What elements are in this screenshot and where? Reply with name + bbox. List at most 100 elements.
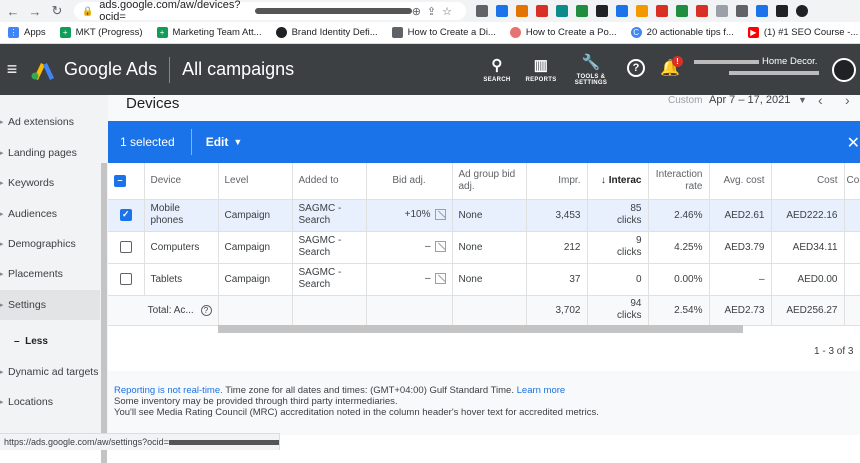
pagination-info: 1 - 3 of 3 bbox=[814, 346, 854, 357]
learn-more-link[interactable]: Learn more bbox=[517, 385, 566, 396]
share-icon[interactable]: ⇪ bbox=[427, 5, 436, 18]
menu-icon[interactable]: ≡ bbox=[2, 59, 22, 80]
date-range-picker[interactable]: Apr 7 – 17, 2021 bbox=[709, 94, 790, 106]
chevron-right-icon[interactable]: › bbox=[845, 92, 850, 108]
bookmark-star-icon[interactable]: ☆ bbox=[442, 5, 452, 18]
sidebar-less-toggle[interactable]: – Less bbox=[14, 336, 48, 347]
extension-icon[interactable] bbox=[556, 5, 568, 17]
extension-icon[interactable] bbox=[756, 5, 768, 17]
added-to-link[interactable]: SAGMC - Search bbox=[292, 231, 367, 264]
bookmark-item[interactable]: Brand Identity Defi... bbox=[275, 27, 378, 38]
column-header-ad-group-bid-adj[interactable]: Ad group bid adj. bbox=[452, 163, 527, 200]
sidebar-item-keywords[interactable]: ▸ Keywords bbox=[0, 168, 100, 198]
extension-icon[interactable] bbox=[676, 5, 688, 17]
search-tool-button[interactable]: ⚲ SEARCH bbox=[475, 44, 519, 95]
address-bar[interactable]: 🔒 ads.google.com/aw/devices?ocid= ⊕ ⇪ ☆ bbox=[74, 0, 466, 23]
extension-icon[interactable] bbox=[656, 5, 668, 17]
extension-icon[interactable] bbox=[496, 5, 508, 17]
help-icon[interactable]: ? bbox=[627, 59, 645, 77]
table-horizontal-scrollbar[interactable] bbox=[218, 325, 743, 333]
extension-icon[interactable] bbox=[696, 5, 708, 17]
interaction-rate-cell: 0.00% bbox=[648, 263, 710, 296]
edit-dropdown-button[interactable]: Edit ▼ bbox=[206, 135, 243, 149]
table-row[interactable]: Computers Campaign SAGMC - Search – None… bbox=[108, 231, 860, 264]
level-cell: Campaign bbox=[218, 231, 293, 264]
reporting-not-realtime-link[interactable]: Reporting is not real-time. bbox=[114, 385, 223, 396]
bookmark-item[interactable]: C 20 actionable tips f... bbox=[630, 27, 734, 38]
forward-arrow-icon[interactable]: → bbox=[26, 4, 44, 19]
extension-icon[interactable] bbox=[476, 5, 488, 17]
bookmark-item[interactable]: + MKT (Progress) bbox=[59, 27, 143, 38]
ad-group-bid-adj-cell: None bbox=[452, 231, 527, 264]
column-header-impr[interactable]: Impr. bbox=[526, 163, 588, 200]
reload-icon[interactable]: ↻ bbox=[48, 3, 66, 19]
table-row[interactable]: Tablets Campaign SAGMC - Search – None 3… bbox=[108, 263, 860, 296]
avatar[interactable] bbox=[832, 58, 856, 82]
extension-icon[interactable] bbox=[596, 5, 608, 17]
bookmark-item[interactable]: ▶ (1) #1 SEO Course -... bbox=[747, 27, 858, 38]
row-checkbox[interactable]: ✓ bbox=[119, 209, 132, 221]
bookmark-apps[interactable]: ⋮ Apps bbox=[8, 27, 46, 38]
select-all-checkbox[interactable]: – bbox=[114, 174, 126, 187]
campaign-heading[interactable]: All campaigns bbox=[182, 59, 294, 80]
product-name: Google Ads bbox=[64, 59, 158, 79]
reports-tool-button[interactable]: ▥ REPORTS bbox=[519, 44, 563, 95]
extension-icon[interactable] bbox=[736, 5, 748, 17]
column-header-interaction-rate[interactable]: Interaction rate bbox=[648, 163, 710, 200]
help-circle-icon[interactable]: ? bbox=[200, 304, 212, 316]
column-header-cost[interactable]: Cost bbox=[771, 163, 845, 200]
extension-icon[interactable] bbox=[636, 5, 648, 17]
sidebar-item-ad-extensions[interactable]: ▸ Ad extensions bbox=[0, 107, 100, 137]
sidebar-item-placements[interactable]: ▸ Placements bbox=[0, 259, 100, 289]
total-empty-cell bbox=[366, 295, 453, 326]
column-header-added-to[interactable]: Added to bbox=[292, 163, 367, 200]
extension-icon[interactable] bbox=[616, 5, 628, 17]
added-to-link[interactable]: SAGMC - Search bbox=[292, 263, 367, 296]
bookmark-item[interactable]: How to Create a Po... bbox=[509, 27, 617, 38]
column-header-conversions[interactable]: Con bbox=[844, 163, 860, 200]
dropdown-caret-icon[interactable]: ▼ bbox=[798, 95, 807, 105]
column-header-bid-adj[interactable]: Bid adj. bbox=[366, 163, 453, 200]
youtube-icon: ▶ bbox=[747, 27, 759, 38]
extension-icon[interactable] bbox=[536, 5, 548, 17]
sidebar-item-dynamic-ad-targets[interactable]: ▸ Dynamic ad targets bbox=[0, 357, 100, 387]
sidebar-item-settings[interactable]: ▸ Settings bbox=[0, 290, 100, 320]
ad-group-bid-adj-cell: None bbox=[452, 263, 527, 296]
extension-icon[interactable] bbox=[776, 5, 788, 17]
chevron-left-icon[interactable]: ‹ bbox=[818, 92, 823, 108]
close-icon[interactable]: ✕ bbox=[847, 133, 860, 153]
extension-icon[interactable] bbox=[516, 5, 528, 17]
sidebar-item-locations[interactable]: ▸ Locations bbox=[0, 387, 100, 417]
column-header-avg-cost[interactable]: Avg. cost bbox=[709, 163, 772, 200]
added-to-link[interactable]: SAGMC - Search bbox=[292, 199, 367, 232]
google-ads-logo bbox=[31, 62, 54, 80]
row-checkbox[interactable] bbox=[119, 241, 132, 253]
column-header-device[interactable]: Device bbox=[144, 163, 219, 200]
sidebar-scrollbar[interactable] bbox=[101, 163, 107, 463]
bid-adjust-chart-icon bbox=[434, 273, 446, 285]
row-checkbox[interactable] bbox=[119, 273, 132, 285]
bid-adj-cell[interactable]: – bbox=[366, 263, 453, 296]
bid-adj-cell[interactable]: – bbox=[366, 231, 453, 264]
table-row[interactable]: ✓ Mobile phones Campaign SAGMC - Search … bbox=[108, 199, 860, 232]
sheets-icon: + bbox=[59, 27, 71, 38]
tools-settings-button[interactable]: 🔧 TOOLS & SETTINGS bbox=[563, 44, 619, 95]
sidebar-item-audiences[interactable]: ▸ Audiences bbox=[0, 199, 100, 229]
extension-icon[interactable] bbox=[576, 5, 588, 17]
sidebar-item-demographics[interactable]: ▸ Demographics bbox=[0, 229, 100, 259]
row-checkbox-cell: ✓ bbox=[108, 199, 145, 232]
back-arrow-icon[interactable]: ← bbox=[4, 4, 22, 19]
column-header-interactions[interactable]: ↓ Interac bbox=[587, 163, 649, 200]
bid-adj-cell[interactable]: +10% bbox=[366, 199, 453, 232]
zoom-icon[interactable]: ⊕ bbox=[412, 5, 421, 18]
dropdown-caret-icon: ▼ bbox=[233, 137, 243, 147]
account-info[interactable]: Home Decor. bbox=[694, 56, 824, 75]
device-cell: Mobile phones bbox=[144, 199, 219, 232]
column-header-level[interactable]: Level bbox=[218, 163, 293, 200]
bookmark-item[interactable]: How to Create a Di... bbox=[391, 27, 496, 38]
bookmark-item[interactable]: + Marketing Team Att... bbox=[156, 27, 262, 38]
extension-icon[interactable] bbox=[716, 5, 728, 17]
profile-icon[interactable] bbox=[796, 5, 808, 17]
search-icon: ⚲ bbox=[491, 57, 503, 74]
sidebar-item-landing-pages[interactable]: ▸ Landing pages bbox=[0, 138, 100, 168]
